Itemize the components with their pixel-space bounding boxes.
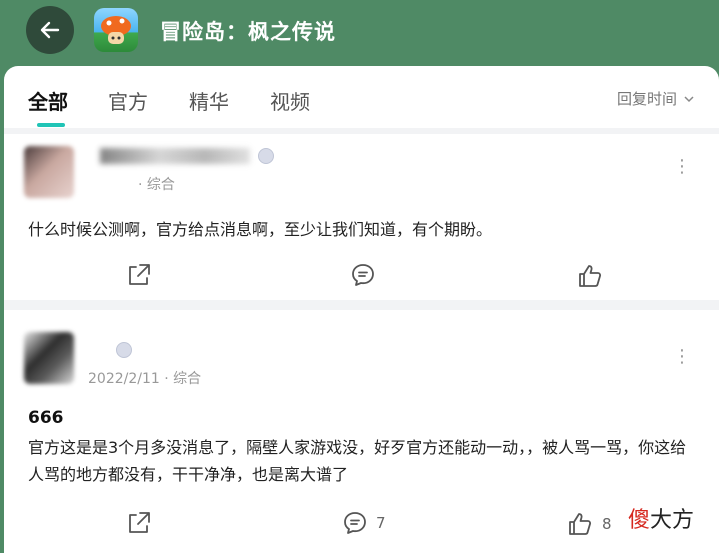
post-body: 什么时候公测啊，官方给点消息啊，至少让我们知道，有个期盼。 xyxy=(28,220,493,239)
sort-dropdown[interactable]: 回复时间 xyxy=(617,88,695,109)
comment-icon xyxy=(344,512,366,534)
post-item[interactable]: · 综合 ⋮ 什么时候公测啊，官方给点消息啊，至少让我们知道，有个期盼。 xyxy=(4,134,719,300)
post-meta: · 综合 xyxy=(138,177,175,193)
like-button[interactable]: 8 xyxy=(566,510,612,538)
share-icon xyxy=(129,512,150,533)
share-button[interactable] xyxy=(126,510,152,536)
like-button[interactable] xyxy=(576,262,612,290)
tab-bar: 全部 官方 精华 视频 回复时间 xyxy=(4,66,719,128)
forum-card: 全部 官方 精华 视频 回复时间 · 综合 ⋮ 什么时候公测啊，官方给点消息啊，… xyxy=(4,66,719,553)
post-title: 666 xyxy=(28,408,64,428)
user-name-blurred[interactable] xyxy=(100,148,250,164)
app-header: 冒险岛：枫之传说 xyxy=(0,0,719,66)
thumbs-up-icon xyxy=(579,265,602,287)
tab-official[interactable]: 官方 xyxy=(108,86,148,115)
tab-featured[interactable]: 精华 xyxy=(189,86,229,115)
thumbs-up-icon xyxy=(569,513,592,535)
comment-count: 7 xyxy=(376,514,386,532)
watermark-rest: 大方 xyxy=(650,508,695,533)
watermark: 傻大方 xyxy=(628,502,694,534)
post-meta: 2022/2/11 · 综合 xyxy=(88,371,202,387)
tab-video[interactable]: 视频 xyxy=(270,86,310,115)
app-title: 冒险岛：枫之传说 xyxy=(160,20,336,44)
comment-button[interactable]: 7 xyxy=(342,510,386,536)
like-count: 8 xyxy=(602,515,612,533)
share-button[interactable] xyxy=(126,262,152,288)
app-icon xyxy=(94,8,138,52)
sort-label: 回复时间 xyxy=(616,90,677,108)
active-tab-indicator xyxy=(37,123,65,127)
back-button[interactable] xyxy=(26,6,74,54)
arrow-left-icon xyxy=(40,21,60,39)
chevron-down-icon xyxy=(684,95,694,102)
verified-badge-icon xyxy=(258,148,274,164)
comment-icon xyxy=(352,264,374,286)
watermark-first: 傻 xyxy=(628,508,651,533)
verified-badge-icon xyxy=(116,342,132,358)
post-body: 官方这是是3个月多没消息了，隔壁人家游戏没，好歹官方还能动一动，，被人骂一骂，你… xyxy=(28,438,687,484)
share-icon xyxy=(129,264,150,285)
post-item[interactable]: 2022/2/11 · 综合 ⋮ 666 官方这是是3个月多没消息了，隔壁人家游… xyxy=(4,310,719,553)
tab-all[interactable]: 全部 xyxy=(28,86,68,115)
comment-button[interactable] xyxy=(350,262,384,288)
more-options-icon[interactable]: ⋮ xyxy=(673,348,691,366)
avatar[interactable] xyxy=(24,146,74,198)
divider xyxy=(4,300,719,310)
avatar[interactable] xyxy=(24,332,74,384)
more-options-icon[interactable]: ⋮ xyxy=(673,158,691,176)
